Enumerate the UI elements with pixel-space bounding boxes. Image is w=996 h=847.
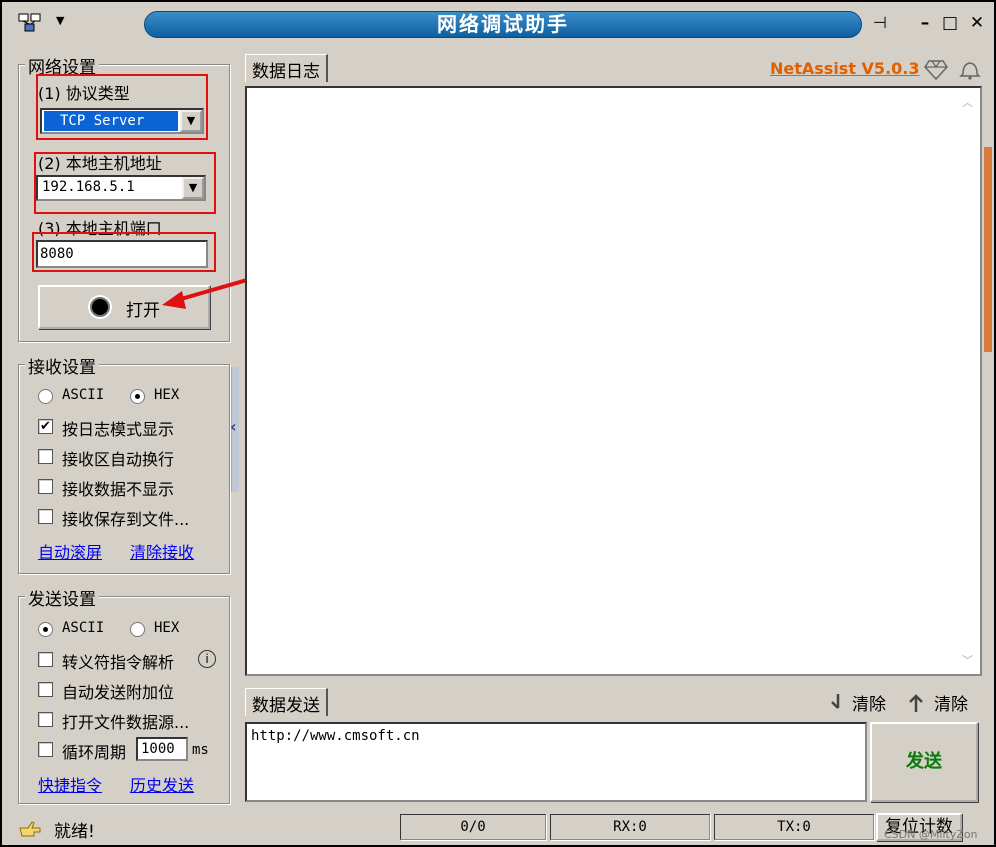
- edge-indicator: [984, 147, 992, 352]
- clear-receive-link[interactable]: 清除接收: [130, 539, 194, 563]
- send-history-link[interactable]: 历史发送: [130, 772, 194, 796]
- send-textarea[interactable]: http://www.cmsoft.cn: [245, 722, 867, 802]
- auto-wrap-label: 接收区自动换行: [62, 450, 175, 469]
- save-to-file-checkbox[interactable]: [38, 509, 53, 524]
- send-button[interactable]: 发送: [870, 722, 978, 802]
- chevron-down-icon[interactable]: ▼: [180, 110, 202, 132]
- record-dot-icon: [90, 297, 110, 317]
- auto-append-checkbox[interactable]: [38, 682, 53, 697]
- file-source-checkbox[interactable]: [38, 712, 53, 727]
- hide-data-label: 接收数据不显示: [62, 480, 175, 499]
- host-address-value: 192.168.5.1: [42, 179, 135, 195]
- shortcut-commands-link[interactable]: 快捷指令: [38, 772, 102, 796]
- log-mode-label: 按日志模式显示: [62, 420, 175, 439]
- log-mode-checkbox[interactable]: ✔: [38, 419, 53, 434]
- pointing-hand-icon: [19, 821, 41, 837]
- recv-hex-label: HEX: [154, 387, 180, 403]
- diamond-icon[interactable]: [924, 58, 948, 80]
- send-hex-label: HEX: [154, 620, 180, 636]
- save-to-file-label: 接收保存到文件...: [62, 510, 190, 529]
- tx-counter: TX:0: [714, 814, 874, 840]
- window-title: 网络调试助手: [437, 12, 569, 36]
- hide-data-checkbox[interactable]: [38, 479, 53, 494]
- loop-period-unit: ms: [192, 742, 209, 758]
- recv-ascii-label: ASCII: [62, 387, 105, 403]
- collapse-left-icon[interactable]: ‹: [230, 417, 237, 436]
- title-bar[interactable]: ▼ 网络调试助手 ⊣ – □ ✕: [4, 4, 994, 42]
- tab-data-send[interactable]: 数据发送: [245, 688, 328, 716]
- auto-scroll-link[interactable]: 自动滚屏: [38, 539, 102, 563]
- recv-hex-radio[interactable]: [130, 389, 145, 404]
- send-settings-title: 发送设置: [25, 585, 99, 610]
- clear-down-arrow-icon[interactable]: [826, 692, 848, 714]
- bell-icon[interactable]: [958, 58, 982, 80]
- send-ascii-label: ASCII: [62, 620, 105, 636]
- log-scrollbar[interactable]: ︿ ﹀: [956, 88, 980, 674]
- clear-up-arrow-icon[interactable]: [906, 692, 928, 714]
- protocol-type-select[interactable]: TCP Server ▼: [40, 108, 204, 134]
- auto-wrap-checkbox[interactable]: [38, 449, 53, 464]
- version-link[interactable]: NetAssist V5.0.3: [770, 59, 919, 78]
- app-menu-arrow-icon[interactable]: ▼: [56, 14, 64, 27]
- loop-period-label: 循环周期: [62, 743, 127, 762]
- scroll-up-icon[interactable]: ︿: [962, 94, 973, 110]
- status-bar: 就绪! 0/0 RX:0 TX:0 复位计数 CSDN @MiltyZon: [4, 810, 994, 846]
- file-source-label: 打开文件数据源...: [62, 713, 190, 732]
- close-button[interactable]: ✕: [966, 12, 988, 34]
- host-address-select[interactable]: 192.168.5.1 ▼: [36, 175, 206, 201]
- watermark-text: CSDN @MiltyZon: [884, 828, 978, 841]
- recv-ascii-radio[interactable]: [38, 389, 53, 404]
- count-panel: 0/0: [400, 814, 546, 840]
- receive-settings-title: 接收设置: [25, 353, 99, 378]
- pin-icon[interactable]: ⊣: [868, 11, 892, 35]
- maximize-button[interactable]: □: [939, 12, 961, 34]
- tab-data-log[interactable]: 数据日志: [245, 54, 328, 82]
- clear-send-button[interactable]: 清除: [934, 690, 968, 715]
- network-computer-icon[interactable]: [18, 13, 42, 33]
- status-text: 就绪!: [54, 822, 95, 842]
- chevron-down-icon[interactable]: ▼: [182, 177, 204, 199]
- loop-period-checkbox[interactable]: [38, 742, 53, 757]
- protocol-type-value: TCP Server: [44, 111, 178, 131]
- auto-append-label: 自动发送附加位: [62, 683, 175, 702]
- minimize-button[interactable]: –: [914, 12, 936, 34]
- rx-counter: RX:0: [550, 814, 710, 840]
- send-ascii-radio[interactable]: [38, 622, 53, 637]
- data-log-area[interactable]: ︿ ﹀: [245, 86, 982, 676]
- scroll-down-icon[interactable]: ﹀: [962, 652, 973, 668]
- send-hex-radio[interactable]: [130, 622, 145, 637]
- escape-parse-label: 转义符指令解析: [62, 653, 175, 672]
- info-icon[interactable]: i: [198, 650, 216, 668]
- escape-parse-checkbox[interactable]: [38, 652, 53, 667]
- loop-period-input[interactable]: 1000: [136, 737, 188, 761]
- app-window: ▼ 网络调试助手 ⊣ – □ ✕ 网络设置 (1) 协议类型 TCP Serve…: [0, 0, 996, 847]
- clear-receive-button[interactable]: 清除: [852, 690, 886, 715]
